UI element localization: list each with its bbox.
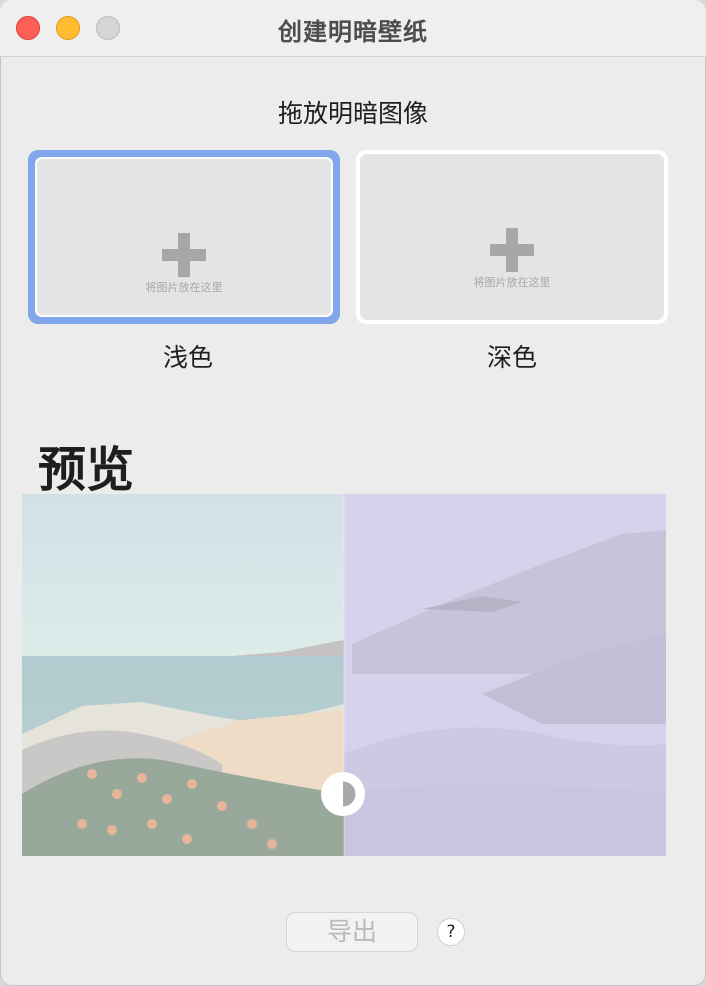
title-bar[interactable]: 创建明暗壁纸 (0, 0, 706, 57)
dark-preview-half (344, 494, 666, 856)
plus-icon (162, 233, 206, 277)
plus-icon (490, 228, 534, 272)
dark-image-drop-area[interactable]: 将图片放在这里 (360, 154, 664, 320)
preview-title: 预览 (38, 442, 135, 498)
app-window: 创建明暗壁纸 拖放明暗图像 将图片放在这里 浅色 将图片放在这里 深色 预览 导… (0, 0, 706, 986)
light-preview-half (22, 494, 344, 856)
light-dark-split-icon[interactable] (319, 770, 367, 818)
light-image-drop-area[interactable]: 将图片放在这里 (35, 157, 333, 317)
drop-section-heading: 拖放明暗图像 (277, 99, 428, 128)
light-well-label: 浅色 (162, 343, 213, 372)
light-drop-hint: 将图片放在这里 (145, 281, 223, 294)
dark-well-label: 深色 (486, 343, 537, 372)
window-title: 创建明暗壁纸 (278, 18, 428, 46)
dark-image-drop-well[interactable]: 将图片放在这里 (356, 150, 668, 324)
help-button[interactable]: ? (437, 918, 465, 946)
light-image-drop-well[interactable]: 将图片放在这里 (28, 150, 340, 324)
wallpaper-preview[interactable] (22, 494, 666, 856)
dark-drop-hint: 将图片放在这里 (473, 276, 551, 289)
export-button[interactable]: 导出 (286, 912, 418, 952)
